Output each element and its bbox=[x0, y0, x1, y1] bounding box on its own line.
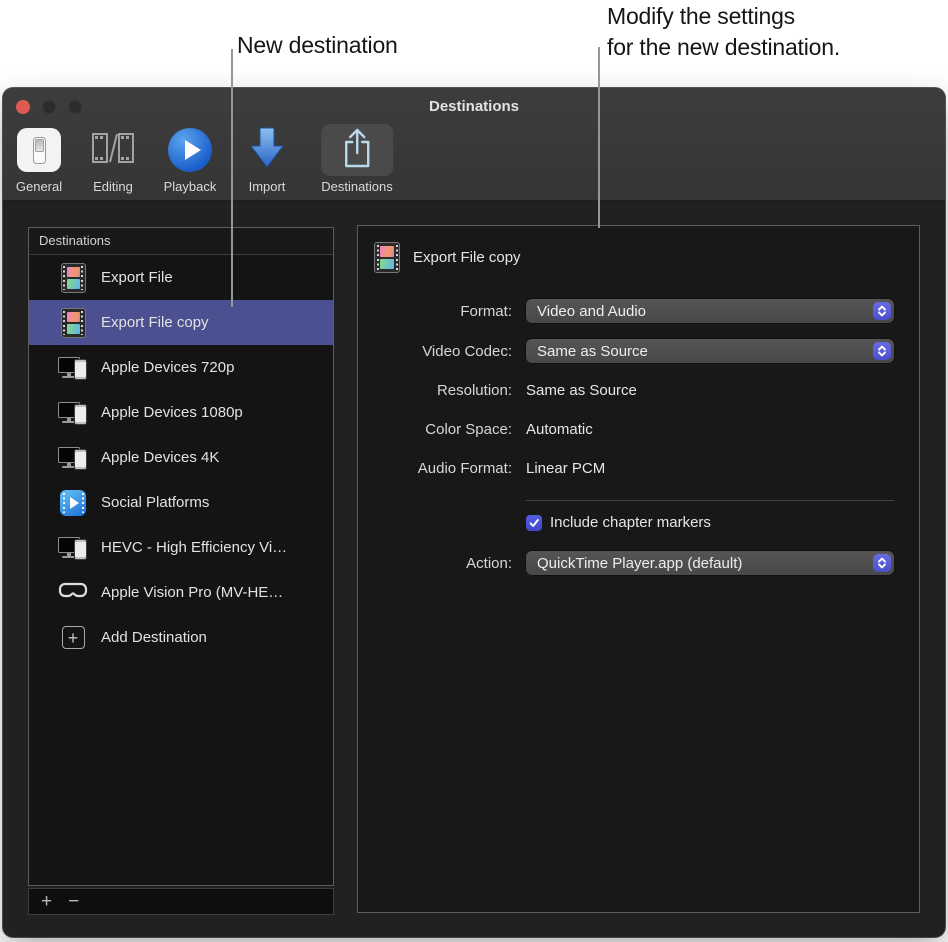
remove-destination-button[interactable]: − bbox=[68, 892, 79, 911]
callout-new-destination: New destination bbox=[237, 30, 398, 61]
add-box-icon: + bbox=[62, 626, 85, 649]
sidebar-bottom-bar: + − bbox=[28, 888, 334, 915]
chevron-up-down-icon bbox=[873, 302, 891, 320]
film-strip-icon bbox=[374, 242, 400, 273]
callout-modify-line1: Modify the settings bbox=[607, 1, 840, 32]
toolbar-item-destinations[interactable]: Destinations bbox=[321, 124, 393, 194]
video-codec-popup[interactable]: Same as Source bbox=[526, 339, 894, 363]
format-label: Format: bbox=[374, 303, 512, 320]
include-chapter-markers-checkbox[interactable] bbox=[526, 515, 542, 531]
sidebar-item-hevc[interactable]: HEVC - High Efficiency Vi… bbox=[29, 525, 333, 570]
section-divider bbox=[526, 500, 894, 501]
sidebar-item-apple-vision-pro[interactable]: Apple Vision Pro (MV-HE… bbox=[29, 570, 333, 615]
window-title: Destinations bbox=[3, 98, 945, 115]
sidebar-item-social-platforms[interactable]: Social Platforms bbox=[29, 480, 333, 525]
callout-modify-line2: for the new destination. bbox=[607, 32, 840, 63]
format-popup[interactable]: Video and Audio bbox=[526, 299, 894, 323]
devices-icon bbox=[58, 535, 88, 561]
audio-format-value: Linear PCM bbox=[526, 460, 605, 477]
resolution-value: Same as Source bbox=[526, 382, 637, 399]
toolbar-item-import[interactable]: Import bbox=[234, 124, 300, 194]
sidebar-header: Destinations bbox=[29, 228, 333, 255]
toolbar-item-editing[interactable]: Editing bbox=[75, 124, 151, 194]
color-space-label: Color Space: bbox=[374, 421, 512, 438]
color-space-value: Automatic bbox=[526, 421, 593, 438]
panel-header: Export File copy bbox=[374, 242, 521, 273]
action-popup[interactable]: QuickTime Player.app (default) bbox=[526, 551, 894, 575]
film-strip-icon bbox=[61, 308, 86, 338]
chevron-up-down-icon bbox=[873, 342, 891, 360]
general-toggle-icon bbox=[17, 128, 61, 172]
resolution-label: Resolution: bbox=[374, 382, 512, 399]
destination-settings-panel: Export File copy Format: Video and Audio… bbox=[357, 225, 920, 913]
callout-line-modify-settings bbox=[598, 47, 600, 228]
sidebar-item-add-destination[interactable]: + Add Destination bbox=[29, 615, 333, 660]
down-arrow-icon bbox=[248, 126, 286, 175]
destinations-preferences-window: Destinations General bbox=[3, 88, 945, 937]
share-icon bbox=[339, 126, 375, 175]
devices-icon bbox=[58, 400, 88, 426]
include-chapter-markers-label: Include chapter markers bbox=[550, 514, 711, 531]
destinations-sidebar: Destinations Export File Export File cop… bbox=[28, 227, 334, 886]
chevron-up-down-icon bbox=[873, 554, 891, 572]
callout-line-new-destination bbox=[231, 49, 233, 307]
titlebar-toolbar: Destinations General bbox=[3, 88, 945, 201]
action-label: Action: bbox=[374, 555, 512, 572]
film-strips-icon bbox=[89, 127, 137, 174]
sidebar-item-apple-devices-1080p[interactable]: Apple Devices 1080p bbox=[29, 390, 333, 435]
play-circle-icon bbox=[168, 128, 212, 172]
toolbar-item-general[interactable]: General bbox=[3, 124, 75, 194]
social-film-icon bbox=[60, 490, 86, 516]
include-chapter-markers-row: Include chapter markers bbox=[526, 514, 945, 531]
video-codec-label: Video Codec: bbox=[374, 343, 512, 360]
devices-icon bbox=[58, 355, 88, 381]
audio-format-label: Audio Format: bbox=[374, 460, 512, 477]
sidebar-item-apple-devices-4k[interactable]: Apple Devices 4K bbox=[29, 435, 333, 480]
film-strip-icon bbox=[61, 263, 86, 293]
panel-title: Export File copy bbox=[413, 249, 521, 266]
sidebar-item-export-file-copy[interactable]: Export File copy bbox=[29, 300, 333, 345]
add-destination-button[interactable]: + bbox=[41, 892, 52, 911]
vision-pro-icon bbox=[58, 581, 88, 605]
devices-icon bbox=[58, 445, 88, 471]
toolbar-item-playback[interactable]: Playback bbox=[154, 124, 226, 194]
sidebar-item-apple-devices-720p[interactable]: Apple Devices 720p bbox=[29, 345, 333, 390]
callout-modify-settings: Modify the settings for the new destinat… bbox=[607, 1, 840, 63]
sidebar-item-export-file[interactable]: Export File bbox=[29, 255, 333, 300]
